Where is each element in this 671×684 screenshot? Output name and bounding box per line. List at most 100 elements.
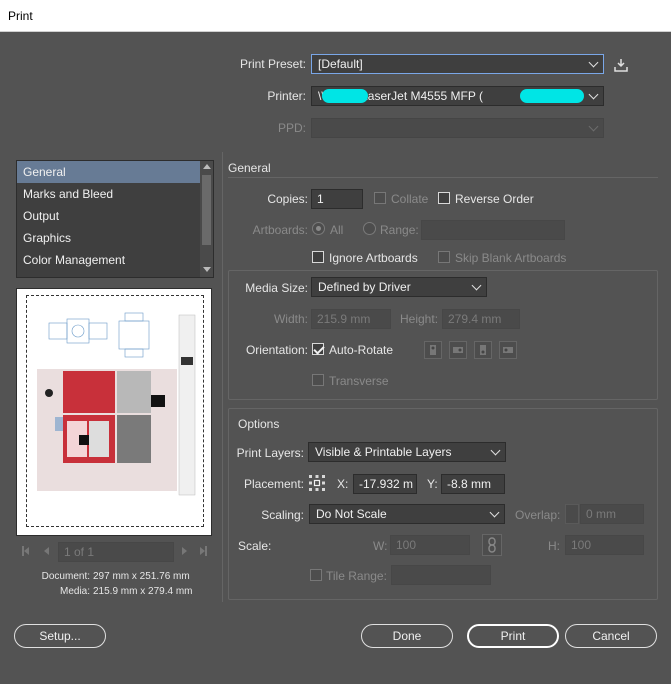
h-value: 100 xyxy=(571,538,592,552)
h-input: 100 xyxy=(565,535,644,555)
range-radio xyxy=(363,222,376,235)
x-input[interactable]: -17.932 m xyxy=(353,474,417,494)
height-label: Height: xyxy=(400,312,439,326)
reverse-order-checkbox[interactable] xyxy=(438,192,450,204)
document-size: 297 mm x 251.76 mm xyxy=(93,571,190,582)
scaling-select[interactable]: Do Not Scale xyxy=(309,504,505,524)
print-preset-select[interactable]: [Default] xyxy=(311,54,604,74)
copies-label: Copies: xyxy=(267,192,308,206)
chevron-down-icon xyxy=(588,89,599,100)
height-input: 279.4 mm xyxy=(442,309,520,329)
overlap-label: Overlap: xyxy=(515,508,561,522)
print-preset-value: [Default] xyxy=(318,57,363,71)
w-input: 100 xyxy=(390,535,470,555)
prev-page-icon[interactable] xyxy=(44,547,49,555)
category-item-graphics[interactable]: Graphics xyxy=(17,227,213,249)
scaling-value: Do Not Scale xyxy=(316,507,387,521)
chevron-down-icon xyxy=(471,280,482,291)
print-layers-label: Print Layers: xyxy=(236,446,304,460)
x-label: X: xyxy=(337,477,349,491)
tile-range-input xyxy=(391,565,491,585)
print-preview[interactable] xyxy=(16,288,212,536)
collate-label: Collate xyxy=(391,192,429,206)
ppd-label: PPD: xyxy=(277,121,306,135)
auto-rotate-checkbox[interactable] xyxy=(312,343,324,355)
page-indicator: 1 of 1 xyxy=(64,545,95,559)
tile-range-label: Tile Range: xyxy=(326,569,387,583)
orientation-icon xyxy=(474,341,492,359)
scale-label: Scale: xyxy=(238,539,272,553)
last-page-bar xyxy=(205,546,207,556)
category-scrollbar[interactable] xyxy=(200,161,213,277)
print-preset-label: Print Preset: xyxy=(239,57,306,71)
placement-grid-icon[interactable] xyxy=(307,473,327,493)
orientation-label: Orientation: xyxy=(245,343,308,357)
media-size-label: Media Size: xyxy=(245,281,308,295)
height-value: 279.4 mm xyxy=(448,312,502,326)
y-input[interactable]: -8.8 mm xyxy=(441,474,505,494)
width-input: 215.9 mm xyxy=(311,309,391,329)
range-label: Range: xyxy=(380,223,419,237)
page-number-field[interactable]: 1 of 1 xyxy=(58,542,174,562)
print-layers-value: Visible & Printable Layers xyxy=(315,445,452,459)
media-size-value: Defined by Driver xyxy=(318,280,411,294)
overlap-value: 0 mm xyxy=(586,507,616,521)
first-page-bar xyxy=(22,546,24,556)
category-item-color-management[interactable]: Color Management xyxy=(17,249,213,271)
print-button[interactable]: Print xyxy=(467,624,559,648)
ignore-artboards-checkbox[interactable] xyxy=(312,251,324,263)
orientation-icon xyxy=(499,341,517,359)
overlap-stepper xyxy=(565,504,579,524)
orientation-icon xyxy=(424,341,442,359)
setup-button[interactable]: Setup... xyxy=(14,624,106,648)
redaction-mark xyxy=(520,89,584,103)
scroll-thumb[interactable] xyxy=(202,175,211,245)
redaction-mark xyxy=(322,89,368,103)
scroll-up-icon[interactable] xyxy=(203,164,211,169)
done-button[interactable]: Done xyxy=(361,624,453,648)
skip-blank-label: Skip Blank Artboards xyxy=(455,251,567,265)
category-item-marks-and-bleed[interactable]: Marks and Bleed xyxy=(17,183,213,205)
print-layers-select[interactable]: Visible & Printable Layers xyxy=(308,442,506,462)
media-label: Media: xyxy=(59,586,90,597)
ignore-artboards-label: Ignore Artboards xyxy=(329,251,418,265)
category-list[interactable]: General Marks and Bleed Output Graphics … xyxy=(16,160,214,278)
save-preset-icon[interactable] xyxy=(612,56,630,74)
width-label: Width: xyxy=(273,312,308,326)
next-page-icon[interactable] xyxy=(182,547,187,555)
chevron-down-icon xyxy=(588,57,599,68)
window-title: Print xyxy=(0,0,671,32)
w-label: W: xyxy=(373,539,388,553)
chevron-down-icon xyxy=(588,121,599,132)
y-value: -8.8 mm xyxy=(447,477,492,491)
first-page-icon[interactable] xyxy=(24,547,29,555)
auto-rotate-label: Auto-Rotate xyxy=(329,343,394,357)
heading-rule xyxy=(228,177,658,178)
artwork-preview xyxy=(37,312,196,496)
ppd-select xyxy=(311,118,604,138)
width-value: 215.9 mm xyxy=(317,312,371,326)
overlap-input: 0 mm xyxy=(580,504,644,524)
range-input xyxy=(421,220,565,240)
copies-input[interactable]: 1 xyxy=(311,189,363,209)
category-item-output[interactable]: Output xyxy=(17,205,213,227)
document-label: Document: xyxy=(41,571,90,582)
panel-divider xyxy=(222,152,223,602)
cancel-button[interactable]: Cancel xyxy=(565,624,657,648)
options-heading: Options xyxy=(238,417,280,431)
all-label: All xyxy=(330,223,344,237)
transverse-label: Transverse xyxy=(329,374,389,388)
general-heading: General xyxy=(228,161,271,175)
tile-range-checkbox xyxy=(310,569,322,581)
media-size-select[interactable]: Defined by Driver xyxy=(311,277,487,297)
all-radio xyxy=(312,222,325,235)
category-item-general[interactable]: General xyxy=(17,161,213,183)
w-value: 100 xyxy=(396,538,417,552)
artboards-label: Artboards: xyxy=(252,223,308,237)
skip-blank-checkbox xyxy=(438,251,450,263)
transverse-checkbox xyxy=(312,374,324,386)
scroll-down-icon[interactable] xyxy=(203,267,211,272)
h-label: H: xyxy=(548,539,560,553)
reverse-order-label: Reverse Order xyxy=(455,192,534,206)
chevron-down-icon xyxy=(490,445,501,456)
